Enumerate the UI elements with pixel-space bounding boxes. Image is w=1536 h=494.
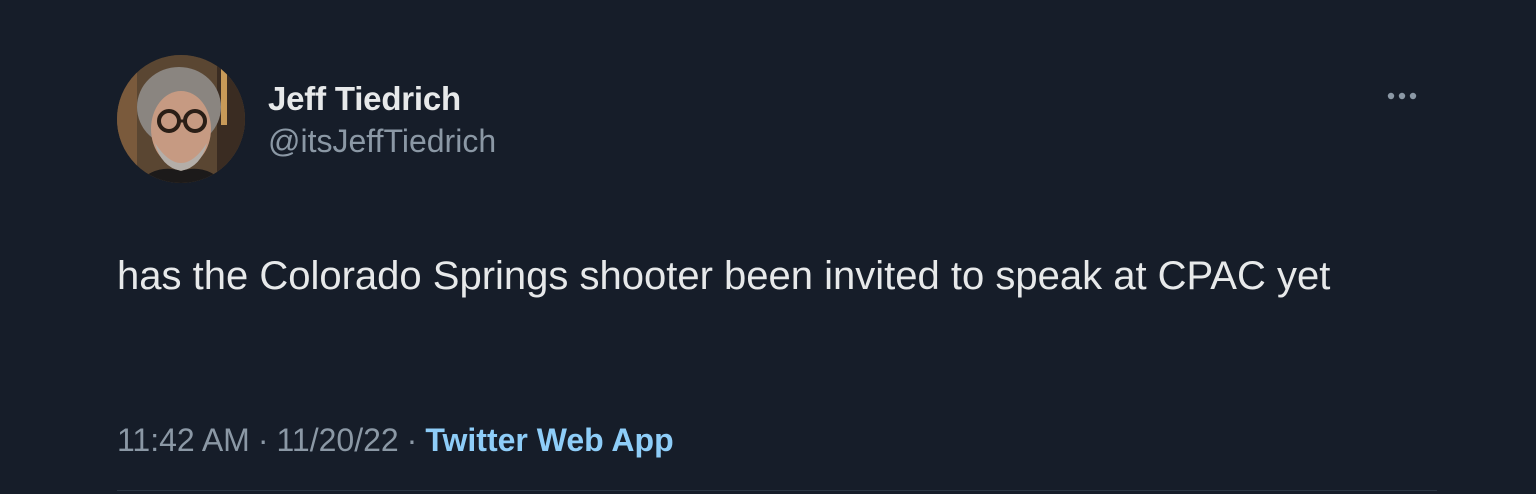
author-display-name[interactable]: Jeff Tiedrich <box>268 80 496 118</box>
tweet-date[interactable]: 11/20/22 <box>276 422 398 458</box>
tweet-time[interactable]: 11:42 AM <box>117 422 250 458</box>
tweet-text: has the Colorado Springs shooter been in… <box>117 254 1331 298</box>
tweet-metadata: 11:42 AM · 11/20/22 · Twitter Web App <box>117 420 674 460</box>
tweet-source-link[interactable]: Twitter Web App <box>425 422 673 458</box>
meta-separator: · <box>257 422 269 458</box>
tweet-card: Jeff Tiedrich @itsJeffTiedrich has the C… <box>0 0 1536 494</box>
divider <box>117 490 1437 491</box>
author-block[interactable]: Jeff Tiedrich @itsJeffTiedrich <box>268 80 496 160</box>
meta-separator: · <box>406 422 418 458</box>
more-options-button[interactable] <box>1380 80 1424 112</box>
avatar[interactable] <box>117 55 245 183</box>
more-options-icon <box>1387 92 1417 100</box>
avatar-photo <box>117 55 245 183</box>
author-handle[interactable]: @itsJeffTiedrich <box>268 122 496 160</box>
